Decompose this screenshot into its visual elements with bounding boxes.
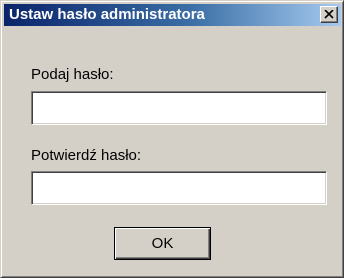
- close-button[interactable]: [320, 6, 338, 23]
- ok-button[interactable]: OK: [114, 227, 211, 260]
- close-icon: [324, 10, 334, 19]
- password-field[interactable]: [31, 91, 327, 125]
- title-bar[interactable]: Ustaw hasło administratora: [4, 4, 341, 26]
- ok-button-label: OK: [151, 235, 174, 252]
- confirm-password-field[interactable]: [31, 171, 327, 205]
- password-label: Podaj hasło:: [31, 66, 114, 83]
- set-admin-password-dialog: Ustaw hasło administratora Podaj hasło: …: [0, 0, 344, 278]
- confirm-password-label: Potwierdź hasło:: [31, 147, 142, 164]
- window-title: Ustaw hasło administratora: [9, 6, 205, 23]
